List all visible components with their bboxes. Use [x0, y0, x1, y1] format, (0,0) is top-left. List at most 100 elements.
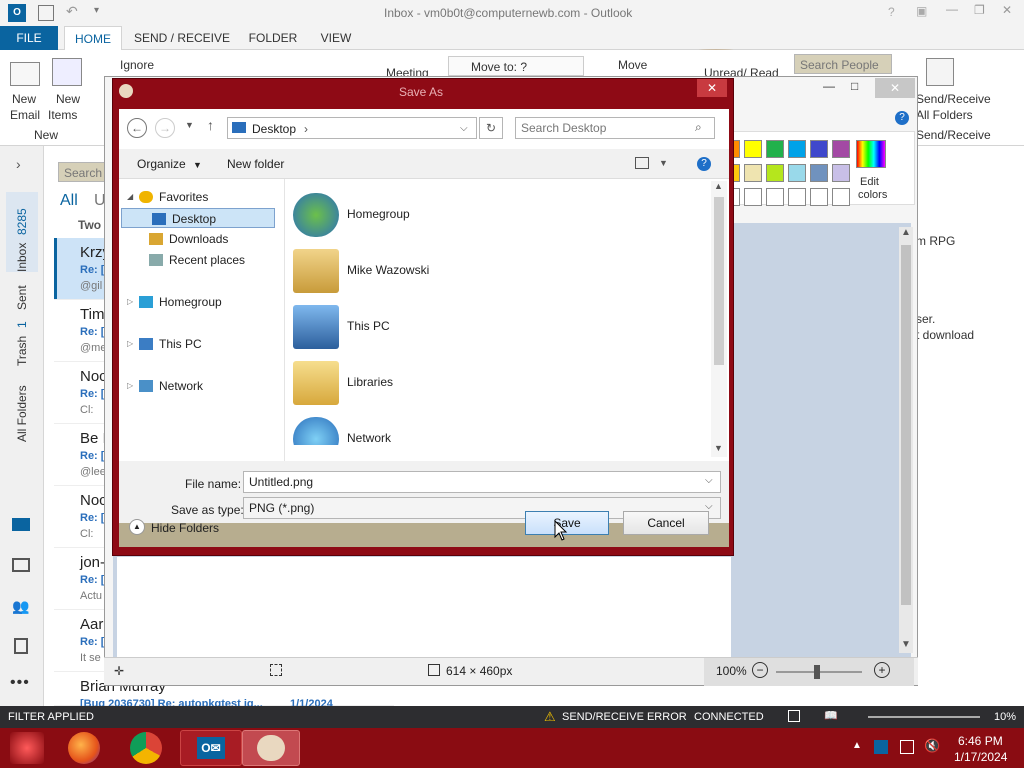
color-swatch[interactable] [744, 140, 762, 158]
address-bar[interactable]: Desktop › ⌵ [227, 117, 477, 139]
file-scroll-thumb[interactable] [714, 197, 724, 365]
tree-item-downloads[interactable]: Downloads [119, 229, 285, 249]
expand-arrow-icon[interactable]: ▷ [127, 292, 133, 312]
reading-view-icon[interactable]: 📖 [824, 709, 838, 722]
send-receive-icon[interactable] [926, 58, 954, 86]
view-options-icon[interactable] [635, 157, 649, 169]
hide-folders-button[interactable]: ▲ Hide Folders [129, 519, 239, 537]
nav-trash[interactable]: Trash 1 [6, 318, 38, 366]
nav-inbox[interactable]: Inbox 8285 [6, 192, 38, 272]
paint-close-icon[interactable]: ✕ [875, 78, 915, 98]
send-receive-quick-icon[interactable] [38, 5, 54, 21]
color-swatch[interactable] [766, 164, 784, 182]
tab-file[interactable]: FILE [0, 26, 58, 50]
tab-folder[interactable]: FOLDER [244, 26, 302, 50]
new-items-label-2[interactable]: Items [48, 108, 77, 122]
tab-view[interactable]: VIEW [312, 26, 360, 50]
color-swatch[interactable] [810, 140, 828, 158]
scroll-thumb[interactable] [901, 245, 911, 605]
paint-help-icon[interactable]: ? [895, 111, 909, 125]
more-icon[interactable]: ••• [10, 674, 30, 692]
status-zoom-slider[interactable] [868, 716, 980, 718]
minimize-icon[interactable]: — [946, 2, 958, 16]
nav-all-folders[interactable]: All Folders [6, 378, 38, 442]
edit-colors-label-1[interactable]: Edit [860, 176, 879, 188]
color-swatch[interactable] [832, 140, 850, 158]
new-email-label-1[interactable]: New [12, 92, 36, 106]
send-receive-label-1[interactable]: Send/Receive [916, 92, 991, 106]
search-icon[interactable]: ⌕ [695, 120, 702, 135]
normal-view-icon[interactable] [788, 710, 800, 722]
clock-time[interactable]: 6:46 PM [958, 734, 1003, 748]
tree-item-desktop[interactable]: Desktop [121, 208, 275, 228]
tray-volume-icon[interactable]: 🔇 [924, 738, 940, 754]
color-swatch[interactable] [810, 188, 828, 206]
undo-icon[interactable]: ↶ [66, 3, 78, 20]
zoom-out-icon[interactable]: − [752, 662, 768, 678]
send-receive-label-2[interactable]: All Folders [916, 108, 973, 122]
tree-item-recent-places[interactable]: Recent places [119, 250, 285, 270]
expand-arrow-icon[interactable]: ▷ [127, 376, 133, 396]
forward-button[interactable]: → [155, 118, 175, 138]
file-scroll-up-icon[interactable]: ▲ [714, 181, 723, 191]
new-items-label-1[interactable]: New [56, 92, 80, 106]
color-swatch[interactable] [788, 140, 806, 158]
file-name-input[interactable]: Untitled.png [243, 471, 721, 493]
group-header[interactable]: Two [78, 218, 101, 232]
file-item-this-pc[interactable]: This PC [293, 303, 713, 355]
tab-home[interactable]: HOME [64, 26, 122, 50]
file-item-libraries[interactable]: Libraries [293, 359, 713, 411]
restore-icon[interactable]: ❐ [974, 3, 985, 17]
zoom-slider[interactable] [776, 665, 862, 679]
expand-pane-icon[interactable]: › [16, 156, 21, 172]
tree-item-favorites[interactable]: ◢ Favorites [119, 187, 285, 207]
zoom-slider-thumb[interactable] [814, 665, 820, 679]
move-button[interactable]: Move [618, 58, 647, 72]
ignore-button[interactable]: Ignore [120, 58, 154, 72]
color-swatch[interactable] [766, 188, 784, 206]
tray-outlook-icon[interactable] [874, 740, 888, 754]
file-list-scrollbar[interactable]: ▲ ▼ [711, 181, 727, 457]
new-items-icon[interactable] [52, 58, 82, 86]
start-button[interactable] [10, 732, 44, 764]
chrome-icon[interactable] [130, 732, 162, 764]
tree-item-homegroup[interactable]: ▷ Homegroup [119, 292, 285, 312]
tab-send-receive[interactable]: SEND / RECEIVE [132, 26, 232, 50]
color-swatch[interactable] [744, 188, 762, 206]
address-dropdown-icon[interactable]: ⌵ [460, 119, 468, 139]
paint-restore-icon[interactable]: □ [851, 79, 858, 93]
color-swatch[interactable] [832, 188, 850, 206]
color-swatch[interactable] [744, 164, 762, 182]
new-email-label-2[interactable]: Email [10, 108, 40, 122]
zoom-in-icon[interactable]: + [874, 662, 890, 678]
up-button[interactable]: ↑ [207, 117, 214, 133]
file-scroll-down-icon[interactable]: ▼ [714, 443, 723, 453]
scroll-up-icon[interactable]: ▲ [901, 227, 911, 238]
new-email-icon[interactable] [10, 62, 40, 86]
send-receive-error-status[interactable]: SEND/RECEIVE ERROR [562, 711, 687, 723]
firefox-icon[interactable] [68, 732, 100, 764]
paint-taskbar-button[interactable] [242, 730, 300, 766]
ribbon-display-icon[interactable]: ▣ [916, 4, 927, 18]
tree-item-network[interactable]: ▷ Network [119, 376, 285, 396]
tray-network-icon[interactable] [900, 740, 914, 754]
dialog-help-icon[interactable]: ? [697, 157, 711, 171]
paint-minimize-icon[interactable]: — [823, 79, 835, 93]
tree-item-this-pc[interactable]: ▷ This PC [119, 334, 285, 354]
color-swatch[interactable] [832, 164, 850, 182]
move-to-box[interactable]: Move to: ? [448, 56, 584, 76]
new-folder-button[interactable]: New folder [227, 157, 284, 171]
mail-icon[interactable] [12, 518, 30, 531]
help-icon[interactable]: ? [888, 5, 895, 19]
color-swatch[interactable] [788, 188, 806, 206]
search-desktop-input[interactable]: Search Desktop [515, 117, 715, 139]
filter-all[interactable]: All [60, 192, 78, 210]
quick-access-dropdown-icon[interactable]: ▾ [94, 5, 99, 16]
collapse-arrow-icon[interactable]: ◢ [127, 187, 133, 207]
paint-canvas[interactable] [117, 557, 731, 657]
clock-date[interactable]: 1/17/2024 [954, 750, 1007, 764]
close-icon[interactable]: ✕ [1002, 3, 1012, 17]
canvas-scrollbar[interactable]: ▲ ▼ [899, 227, 913, 653]
file-name-dropdown-icon[interactable]: ⌵ [705, 475, 713, 486]
people-icon[interactable]: 👥 [12, 598, 29, 615]
